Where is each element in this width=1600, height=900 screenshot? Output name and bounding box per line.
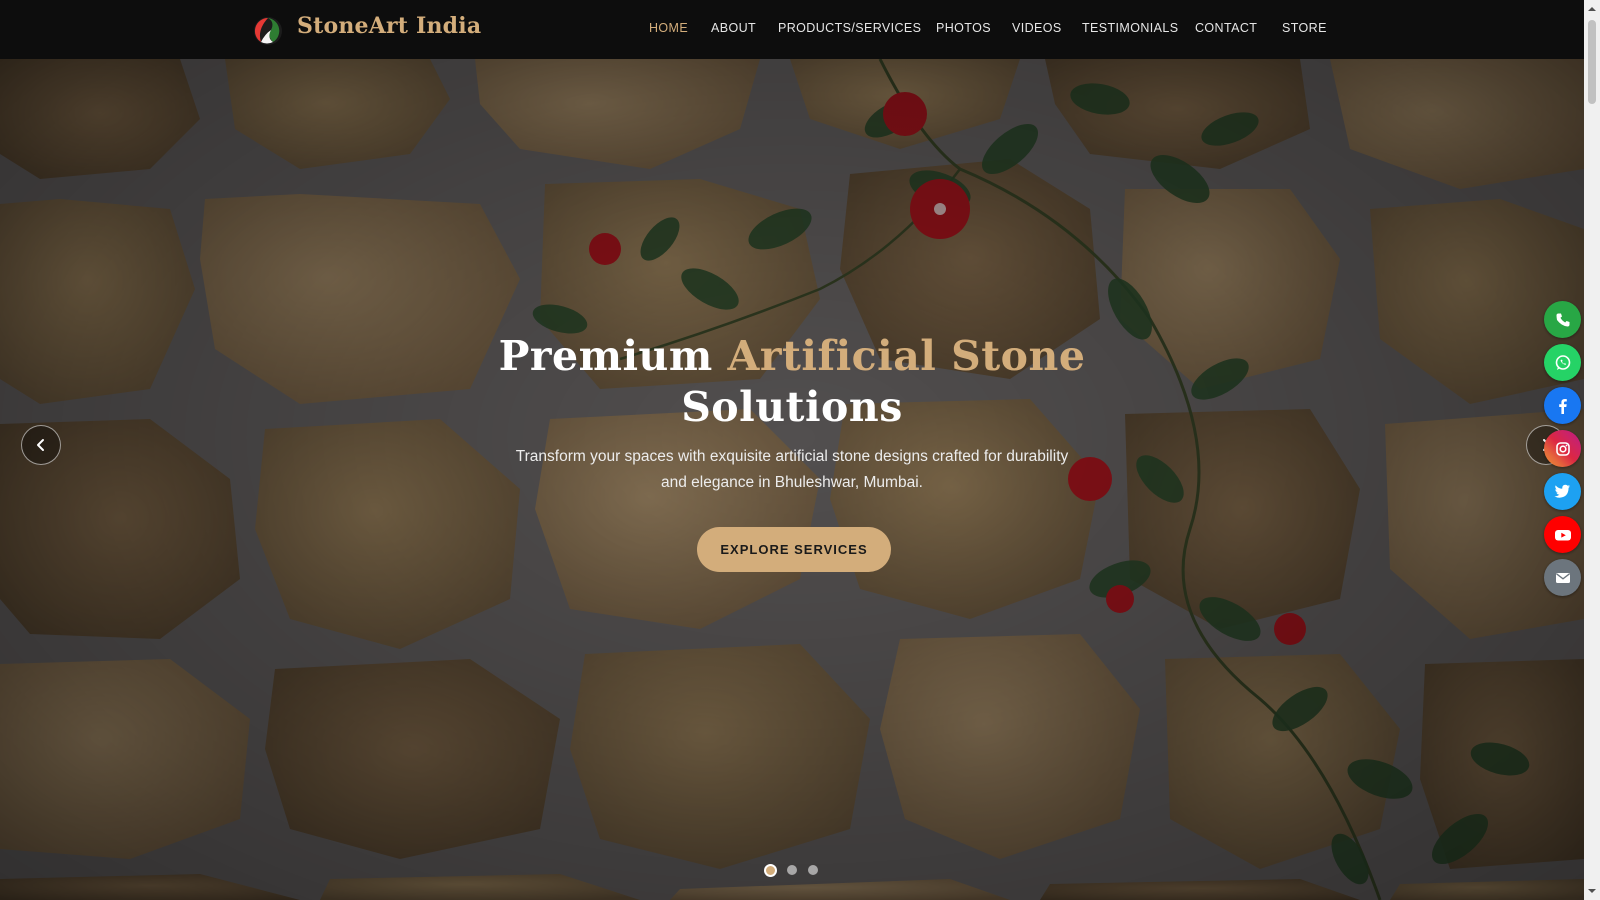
facebook-button[interactable] [1544,387,1581,424]
nav-item-home[interactable]: HOME [649,21,688,35]
explore-services-button[interactable]: EXPLORE SERVICES [697,527,891,572]
chevron-left-icon [37,439,44,451]
hero-subtitle: Transform your spaces with exquisite art… [515,448,1069,491]
nav-item-photos[interactable]: PHOTOS [936,21,991,35]
scroll-down-arrow[interactable] [1584,884,1600,898]
caret-down-icon [1588,889,1596,893]
nav-item-products-services[interactable]: PRODUCTS/SERVICES [778,21,921,35]
hero-title-part2: Solutions [681,383,903,431]
slider-dot-1[interactable] [764,864,777,877]
slider-dot-3[interactable] [808,865,818,875]
caret-up-icon [1588,7,1596,11]
whatsapp-button[interactable] [1544,344,1581,381]
email-icon [1555,572,1570,583]
hero-title-part1: Premium [498,332,713,380]
hero-title-accent: Artificial Stone [727,332,1086,380]
nav-item-about[interactable]: ABOUT [711,21,756,35]
nav-item-store[interactable]: STORE [1282,21,1327,35]
whatsapp-icon [1555,354,1570,370]
nav-item-videos[interactable]: VIDEOS [1012,21,1062,35]
nav-item-testimonials[interactable]: TESTIMONIALS [1082,21,1178,35]
phone-button[interactable] [1544,301,1581,338]
main-nav: HOME ABOUT PRODUCTS/SERVICES PHOTOS VIDE… [0,21,1584,39]
site-header: StoneArt India HOME ABOUT PRODUCTS/SERVI… [0,0,1584,59]
twitter-button[interactable] [1544,473,1581,510]
hero-title: Premium Artificial Stone Solutions [392,331,1192,433]
slider-dot-2[interactable] [787,865,797,875]
youtube-button[interactable] [1544,516,1581,553]
instagram-icon [1555,441,1570,456]
page-scrollbar[interactable] [1584,0,1600,900]
hero-slider: Premium Artificial Stone Solutions Trans… [0,59,1584,900]
youtube-icon [1554,529,1571,540]
facebook-icon [1558,398,1567,414]
nav-item-contact[interactable]: CONTACT [1195,21,1257,35]
phone-icon [1556,313,1569,326]
email-button[interactable] [1544,559,1581,596]
slider-prev-button[interactable] [21,425,61,465]
twitter-icon [1554,484,1570,498]
scrollbar-thumb[interactable] [1588,20,1596,104]
instagram-button[interactable] [1544,430,1581,467]
scroll-up-arrow[interactable] [1584,2,1600,16]
